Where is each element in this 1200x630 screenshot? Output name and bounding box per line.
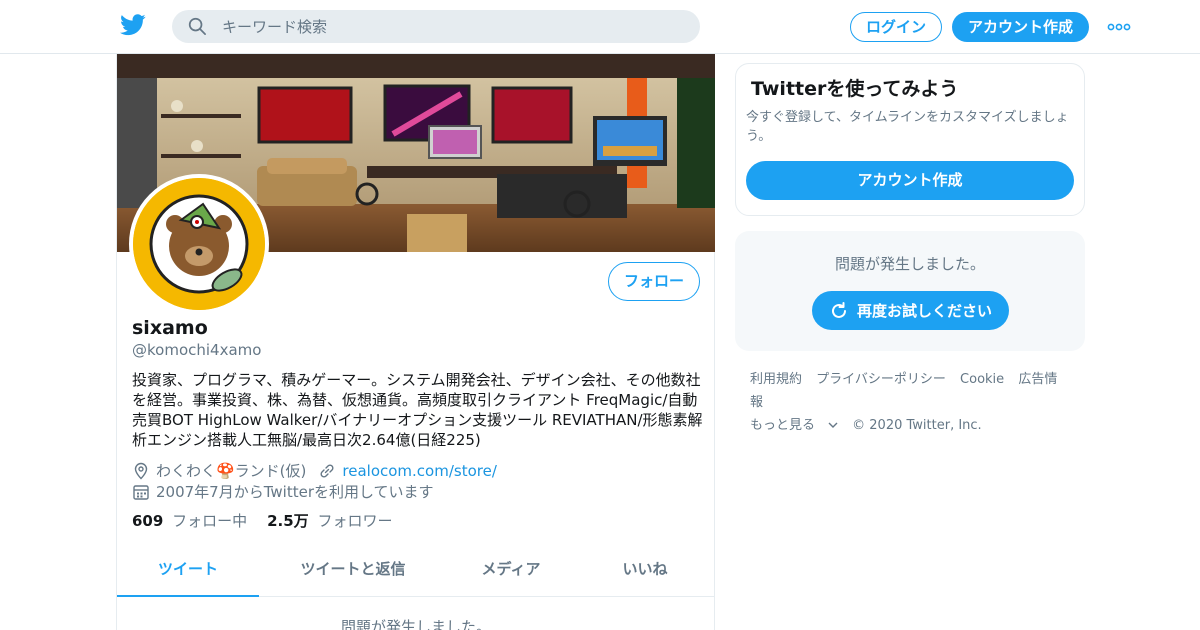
sidebar-error-card: 問題が発生しました。 再度お試しください (735, 231, 1085, 351)
footer-cookie-link[interactable]: Cookie (960, 372, 1004, 387)
profile-bio: 投資家、プログラマ、積みゲーマー。システム開発会社、デザイン会社、その他数社を経… (132, 371, 703, 449)
followers-label: フォロワー (317, 512, 393, 530)
followers-count: 2.5万 (267, 512, 309, 530)
more-dots-icon[interactable] (1107, 22, 1131, 32)
profile-avatar[interactable] (129, 174, 269, 314)
profile-stats: 609 フォロー中 2.5万 フォロワー (132, 510, 412, 531)
search-icon (188, 17, 206, 35)
login-button[interactable]: ログイン (850, 12, 942, 42)
profile-joined-row: 2007年7月からTwitterを利用しています (132, 481, 434, 502)
signup-button[interactable]: アカウント作成 (952, 12, 1089, 42)
profile-handle: @komochi4xamo (132, 341, 262, 359)
following-label: フォロー中 (172, 512, 248, 530)
footer-terms-link[interactable]: 利用規約 (750, 372, 802, 387)
footer-copyright: © 2020 Twitter, Inc. (852, 418, 982, 433)
calendar-icon (133, 484, 149, 500)
signup-promo-card: Twitterを使ってみよう 今すぐ登録して、タイムラインをカスタマイズしましょ… (735, 63, 1085, 216)
search-box[interactable] (172, 10, 700, 43)
tab-tweets[interactable]: ツイート (117, 548, 259, 597)
profile-name: sixamo (132, 317, 208, 339)
tab-likes[interactable]: いいね (575, 548, 715, 597)
footer-privacy-link[interactable]: プライバシーポリシー (816, 372, 946, 387)
retry-button[interactable]: 再度お試しください (812, 291, 1009, 330)
profile-location: わくわく🍄ランド(仮) (156, 462, 307, 480)
tab-media[interactable]: メディア (447, 548, 575, 597)
timeline-error-message: 問題が発生しました。 (340, 618, 491, 630)
sidebar-footer: 利用規約 プライバシーポリシー Cookie 広告情報 もっと見る © 2020… (750, 368, 1080, 437)
following-stat[interactable]: 609 フォロー中 (132, 510, 247, 531)
profile-meta-row: わくわく🍄ランド(仮) realocom.com/store/ (132, 460, 497, 481)
profile-website-link[interactable]: realocom.com/store/ (342, 462, 497, 480)
chevron-down-icon (828, 422, 838, 428)
followers-stat[interactable]: 2.5万 フォロワー (267, 510, 392, 531)
tab-tweets-and-replies[interactable]: ツイートと返信 (259, 548, 447, 597)
sidebar-error-message: 問題が発生しました。 (834, 255, 985, 273)
retry-button-label: 再度お試しください (856, 302, 992, 320)
profile-column: フォロー sixamo @komochi4xamo 投資家、プログラマ、積みゲー… (116, 54, 715, 630)
following-count: 609 (132, 512, 164, 530)
location-pin-icon (134, 462, 148, 479)
footer-more-label: もっと見る (750, 418, 816, 433)
refresh-icon (832, 301, 846, 318)
follow-button[interactable]: フォロー (608, 262, 700, 301)
profile-tabs: ツイート ツイートと返信 メディア いいね (117, 548, 715, 597)
twitter-bird-icon[interactable] (120, 14, 146, 36)
profile-joined-date: 2007年7月からTwitterを利用しています (156, 483, 434, 501)
signup-card-description: 今すぐ登録して、タイムラインをカスタマイズしましょう。 (746, 110, 1069, 144)
signup-card-button[interactable]: アカウント作成 (746, 161, 1074, 200)
signup-card-title: Twitterを使ってみよう (751, 78, 959, 100)
footer-more-link[interactable]: もっと見る (750, 418, 838, 433)
search-input[interactable] (222, 10, 682, 43)
top-navigation-bar: ログイン アカウント作成 (0, 0, 1200, 54)
link-icon (320, 463, 334, 478)
